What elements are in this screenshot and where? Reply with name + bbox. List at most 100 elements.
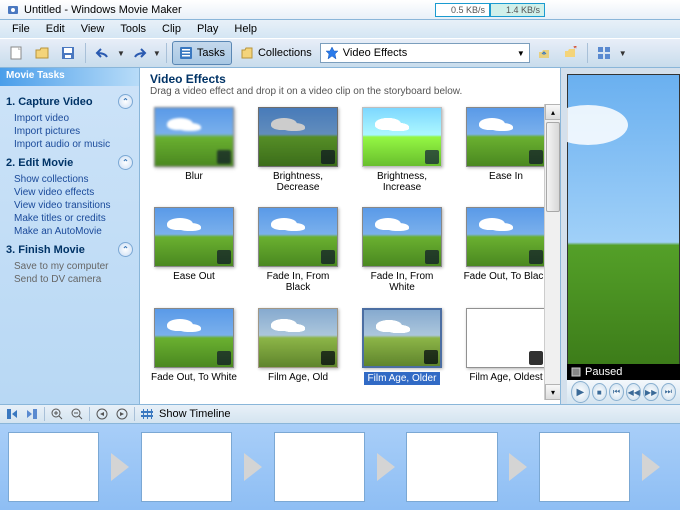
collections-button[interactable]: Collections [234, 41, 318, 65]
scroll-down-button[interactable]: ▾ [545, 384, 560, 400]
new-folder-button[interactable]: * [558, 41, 582, 65]
effect-label: Blur [185, 171, 203, 182]
effect-item[interactable]: Fade Out, To Black [456, 207, 556, 299]
effect-thumbnail [154, 308, 234, 368]
tasks-button[interactable]: Tasks [172, 41, 232, 65]
play-icon [377, 453, 395, 481]
transition-slot[interactable] [630, 446, 672, 488]
location-combo[interactable]: Video Effects ▼ [320, 43, 530, 63]
effect-item[interactable]: Brightness, Increase [352, 107, 452, 199]
combo-value: Video Effects [343, 47, 407, 59]
link-save-computer[interactable]: Save to my computer [6, 260, 133, 273]
collapse-icon[interactable]: ⌃ [118, 242, 133, 257]
toolbar: ▼ ▼ Tasks Collections Video Effects ▼ * … [0, 38, 680, 68]
effect-item[interactable]: Ease In [456, 107, 556, 199]
link-show-collections[interactable]: Show collections [6, 173, 133, 186]
section-edit[interactable]: 2. Edit Movie⌃ [6, 155, 133, 170]
folder-icon [240, 46, 254, 60]
scroll-up-button[interactable]: ▴ [545, 104, 560, 120]
views-dropdown[interactable]: ▼ [619, 49, 627, 58]
svg-text:*: * [573, 46, 577, 55]
redo-button[interactable] [127, 41, 151, 65]
play-timeline-button[interactable] [114, 406, 130, 422]
effect-item[interactable]: Blur [144, 107, 244, 199]
link-import-audio[interactable]: Import audio or music [6, 138, 133, 151]
play-icon [509, 453, 527, 481]
save-button[interactable] [56, 41, 80, 65]
show-timeline-button[interactable]: Show Timeline [159, 408, 231, 420]
play-icon [111, 453, 129, 481]
effect-item[interactable]: Fade In, From Black [248, 207, 348, 299]
section-finish[interactable]: 3. Finish Movie⌃ [6, 242, 133, 257]
link-view-effects[interactable]: View video effects [6, 186, 133, 199]
upload-speed: 1.4 KB/s [490, 3, 545, 17]
storyboard-slot[interactable] [274, 432, 365, 502]
preview-video[interactable] [567, 74, 680, 380]
collapse-icon[interactable]: ⌃ [118, 94, 133, 109]
transition-slot[interactable] [498, 446, 540, 488]
storyboard-slot[interactable] [141, 432, 232, 502]
zoom-out-button[interactable] [69, 406, 85, 422]
up-level-button[interactable] [532, 41, 556, 65]
link-import-video[interactable]: Import video [6, 112, 133, 125]
storyboard-slot[interactable] [539, 432, 630, 502]
stop-button[interactable]: ■ [592, 383, 607, 401]
separator [166, 43, 167, 63]
effect-thumbnail [466, 107, 546, 167]
menu-file[interactable]: File [4, 21, 38, 37]
menu-edit[interactable]: Edit [38, 21, 73, 37]
scroll-track[interactable] [545, 120, 560, 384]
effect-item[interactable]: Fade In, From White [352, 207, 452, 299]
open-button[interactable] [30, 41, 54, 65]
rewind-button[interactable]: ◀◀ [626, 383, 641, 401]
effect-thumbnail [362, 207, 442, 267]
scroll-thumb[interactable] [546, 122, 560, 212]
new-project-button[interactable] [4, 41, 28, 65]
play-button[interactable]: ▶ [571, 381, 590, 403]
transition-slot[interactable] [99, 446, 141, 488]
separator [134, 407, 135, 421]
main-area: Movie Tasks 1. Capture Video⌃ Import vid… [0, 68, 680, 404]
zoom-in-button[interactable] [49, 406, 65, 422]
set-end-button[interactable] [24, 406, 40, 422]
content-subtitle: Drag a video effect and drop it on a vid… [150, 86, 550, 97]
undo-button[interactable] [91, 41, 115, 65]
effect-item[interactable]: Ease Out [144, 207, 244, 299]
storyboard[interactable] [0, 424, 680, 510]
effect-item[interactable]: Film Age, Older [352, 308, 452, 391]
menu-tools[interactable]: Tools [112, 21, 154, 37]
effect-item[interactable]: Film Age, Old [248, 308, 348, 391]
content-title: Video Effects [150, 72, 550, 86]
prev-button[interactable]: ⏮ [609, 383, 624, 401]
link-titles-credits[interactable]: Make titles or credits [6, 212, 133, 225]
collapse-icon[interactable]: ⌃ [118, 155, 133, 170]
menu-view[interactable]: View [73, 21, 113, 37]
section-capture[interactable]: 1. Capture Video⌃ [6, 94, 133, 109]
effects-grid: Blur Brightness, DecreaseBrightness, Incr… [140, 99, 560, 399]
transition-slot[interactable] [365, 446, 407, 488]
rewind-timeline-button[interactable] [94, 406, 110, 422]
effect-item[interactable]: Brightness, Decrease [248, 107, 348, 199]
effect-item[interactable]: Fade Out, To White [144, 308, 244, 391]
forward-button[interactable]: ▶▶ [643, 383, 658, 401]
link-send-dv[interactable]: Send to DV camera [6, 273, 133, 286]
redo-dropdown[interactable]: ▼ [153, 49, 161, 58]
set-start-button[interactable] [4, 406, 20, 422]
link-import-pictures[interactable]: Import pictures [6, 125, 133, 138]
effect-item[interactable]: Film Age, Oldest [456, 308, 556, 391]
link-view-transitions[interactable]: View video transitions [6, 199, 133, 212]
views-button[interactable] [593, 41, 617, 65]
scrollbar[interactable]: ▴ ▾ [544, 104, 560, 400]
storyboard-slot[interactable] [406, 432, 497, 502]
storyboard-slot[interactable] [8, 432, 99, 502]
link-automovie[interactable]: Make an AutoMovie [6, 225, 133, 238]
title-bar: Untitled - Windows Movie Maker 0.5 KB/s … [0, 0, 680, 20]
effect-thumbnail [466, 207, 546, 267]
transition-slot[interactable] [232, 446, 274, 488]
next-button[interactable]: ⏭ [661, 383, 676, 401]
effect-thumbnail [362, 107, 442, 167]
menu-play[interactable]: Play [189, 21, 226, 37]
undo-dropdown[interactable]: ▼ [117, 49, 125, 58]
menu-clip[interactable]: Clip [154, 21, 189, 37]
menu-help[interactable]: Help [226, 21, 265, 37]
